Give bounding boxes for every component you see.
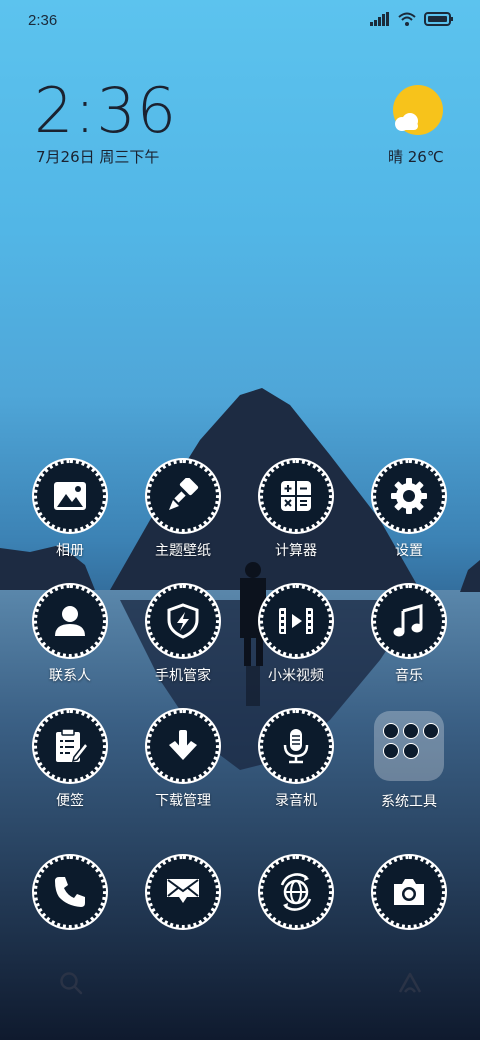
- app-label-calculator: 计算器: [275, 543, 317, 559]
- music-note-icon[interactable]: [373, 585, 445, 657]
- status-icons: [370, 12, 454, 26]
- dock-phone[interactable]: [14, 856, 126, 932]
- mini-app-icon: [383, 723, 399, 739]
- gear-icon[interactable]: [373, 460, 445, 532]
- mini-app-icon: [383, 743, 399, 759]
- shield-icon[interactable]: [147, 585, 219, 657]
- arrow-down-icon[interactable]: [147, 710, 219, 782]
- folder-icon[interactable]: [374, 711, 444, 781]
- battery-icon: [424, 12, 453, 26]
- app-label-gallery: 相册: [56, 543, 84, 559]
- signal-icon: [370, 12, 389, 26]
- app-label-downloads: 下载管理: [155, 793, 211, 809]
- app-label-tools-folder: 系统工具: [381, 794, 437, 810]
- dock-camera[interactable]: [353, 856, 465, 932]
- search-icon[interactable]: [58, 970, 84, 996]
- status-bar: 2:36: [0, 0, 480, 44]
- camera-icon[interactable]: [373, 856, 445, 928]
- calculator-icon[interactable]: [260, 460, 332, 532]
- wifi-icon: [398, 12, 416, 26]
- globe-icon[interactable]: [260, 856, 332, 928]
- app-notes[interactable]: 便签: [14, 710, 126, 814]
- app-label-contacts: 联系人: [49, 668, 91, 684]
- app-label-themes: 主题壁纸: [155, 543, 211, 559]
- envelope-icon[interactable]: [147, 856, 219, 928]
- app-video[interactable]: 小米视频: [240, 585, 352, 689]
- mini-app-icon: [403, 743, 419, 759]
- app-security[interactable]: 手机管家: [127, 585, 239, 689]
- status-time: 2:36: [28, 12, 58, 29]
- weather-text: 晴 26℃: [388, 148, 444, 166]
- microphone-icon[interactable]: [260, 710, 332, 782]
- film-icon[interactable]: [260, 585, 332, 657]
- app-label-security: 手机管家: [155, 668, 211, 684]
- sunny-icon[interactable]: [388, 84, 444, 140]
- person-icon[interactable]: [34, 585, 106, 657]
- clock-widget-time[interactable]: 2:36: [34, 78, 177, 144]
- app-label-recorder: 录音机: [275, 793, 317, 809]
- mini-app-icon: [423, 723, 439, 739]
- app-settings[interactable]: 设置: [353, 460, 465, 564]
- app-label-notes: 便签: [56, 793, 84, 809]
- phone-icon[interactable]: [34, 856, 106, 928]
- notepad-icon[interactable]: [34, 710, 106, 782]
- bottom-bar: [0, 960, 480, 1010]
- app-label-music: 音乐: [395, 668, 423, 684]
- app-contacts[interactable]: 联系人: [14, 585, 126, 689]
- app-calculator[interactable]: 计算器: [240, 460, 352, 564]
- app-music[interactable]: 音乐: [353, 585, 465, 689]
- app-recorder[interactable]: 录音机: [240, 710, 352, 814]
- app-label-video: 小米视频: [268, 668, 324, 684]
- paintbrush-icon[interactable]: [147, 460, 219, 532]
- dock-messages[interactable]: [127, 856, 239, 932]
- app-gallery[interactable]: 相册: [14, 460, 126, 564]
- app-themes[interactable]: 主题壁纸: [127, 460, 239, 564]
- folder-system-tools[interactable]: 系统工具: [353, 710, 465, 814]
- mini-app-icon: [403, 723, 419, 739]
- clock-widget-date: 7月26日 周三下午: [36, 148, 160, 166]
- dock-browser[interactable]: [240, 856, 352, 932]
- app-label-settings: 设置: [395, 543, 423, 559]
- app-downloads[interactable]: 下载管理: [127, 710, 239, 814]
- assistant-icon[interactable]: [396, 970, 424, 996]
- gallery-icon[interactable]: [34, 460, 106, 532]
